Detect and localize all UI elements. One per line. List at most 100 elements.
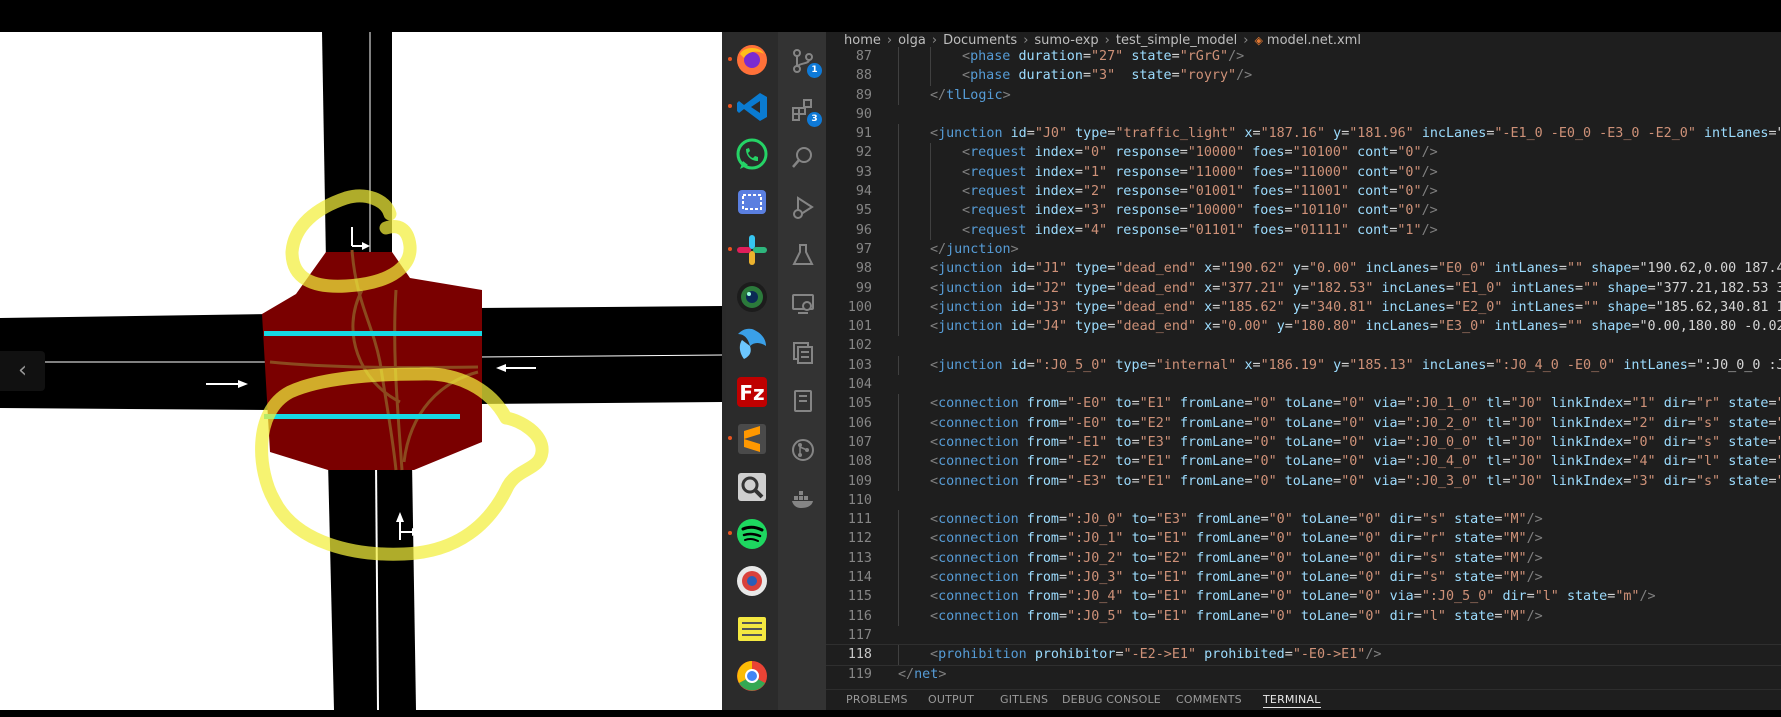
line-source: <connection from=":J0_1" to="E1" fromLan… (930, 531, 1543, 547)
code-line[interactable]: 96 <request index="4" response="01101" fo… (826, 220, 1781, 240)
line-source: <connection from=":J0_2" to="E2" fromLan… (930, 550, 1543, 566)
app-icon[interactable] (734, 326, 770, 362)
indent-guide (898, 394, 899, 414)
screenshot-icon[interactable] (734, 184, 770, 220)
code-line[interactable]: 108 <connection from="-E2" to="E1" fromLa… (826, 452, 1781, 472)
remote-explorer-icon[interactable] (790, 291, 816, 317)
breadcrumb-item[interactable]: olga (898, 33, 926, 48)
search-icon[interactable] (790, 145, 816, 171)
code-line[interactable]: 110 (826, 491, 1781, 510)
firefox-icon[interactable] (728, 42, 770, 78)
line-number: 114 (847, 570, 872, 586)
network-view[interactable]: ‹ (0, 32, 722, 710)
docker-icon[interactable] (790, 485, 816, 511)
code-line[interactable]: 92 <request index="0" response="10000" fo… (826, 143, 1781, 163)
network-canvas[interactable] (0, 32, 722, 710)
filezilla-icon[interactable]: Fz (734, 374, 770, 410)
code-line[interactable]: 112 <connection from=":J0_1" to="E1" from… (826, 529, 1781, 549)
code-line[interactable]: 102 (826, 336, 1781, 355)
activity-bar: 13 (778, 32, 826, 710)
code-line[interactable]: 93 <request index="1" response="11000" fo… (826, 162, 1781, 183)
code-line[interactable]: 89 </tlLogic> (826, 85, 1781, 105)
code-line[interactable]: 94 <request index="2" response="01001" fo… (826, 182, 1781, 202)
code-line[interactable]: 118 <prohibition prohibitor="-E2->E1" pro… (826, 644, 1781, 666)
code-editor[interactable]: home › olga › Documents › sumo-exp › test_simple… (826, 32, 1781, 710)
line-source: <connection from="-E0" to="E1" fromLane=… (930, 396, 1781, 412)
testing-icon[interactable] (790, 242, 816, 268)
code-line[interactable]: 87 <phase duration="27" state="rGrG"/> (826, 47, 1781, 67)
line-source: <request index="0" response="10000" foes… (962, 145, 1438, 161)
code-line[interactable]: 117 (826, 626, 1781, 645)
git-graph-icon[interactable] (790, 437, 816, 463)
code-line[interactable]: 91 <junction id="J0" type="traffic_light"… (826, 124, 1781, 144)
camera-icon[interactable] (734, 279, 770, 315)
breadcrumb-item[interactable]: Documents (943, 33, 1017, 48)
chrome-icon[interactable] (734, 658, 770, 694)
indent-guide (898, 645, 899, 665)
spotify-icon[interactable] (728, 516, 770, 552)
bluetooth-app-icon[interactable] (734, 563, 770, 599)
code-line[interactable]: 98 <junction id="J1" type="dead_end" x="1… (826, 259, 1781, 279)
code-line[interactable]: 106 <connection from="-E0" to="E2" fromLa… (826, 413, 1781, 433)
notebook-icon[interactable] (790, 388, 816, 414)
source-control-icon[interactable]: 1 (790, 48, 822, 78)
line-number: 117 (847, 627, 872, 643)
slack-icon[interactable] (728, 232, 770, 268)
code-line[interactable]: 114 <connection from=":J0_3" to="E1" from… (826, 568, 1781, 588)
indent-guide (898, 278, 899, 298)
code-line[interactable]: 88 <phase duration="3" state="royry"/> (826, 66, 1781, 86)
indent-guide (898, 471, 899, 491)
code-line[interactable]: 111 <connection from=":J0_0" to="E3" from… (826, 510, 1781, 530)
indent-guide (898, 182, 899, 202)
screen-bottom-bar (0, 710, 1781, 717)
code-line[interactable]: 104 (826, 375, 1781, 394)
code-line[interactable]: 107 <connection from="-E1" to="E3" fromLa… (826, 432, 1781, 453)
code-line[interactable]: 95 <request index="3" response="10000" fo… (826, 201, 1781, 221)
extensions-icon[interactable]: 3 (790, 97, 822, 127)
code-lines[interactable]: 87 <phase duration="27" state="rGrG"/> 88 <… (826, 47, 1781, 684)
code-line[interactable]: 105 <connection from="-E0" to="E1" fromLa… (826, 394, 1781, 414)
line-number: 118 (847, 647, 872, 663)
indent-guide (898, 143, 899, 163)
running-indicator (728, 531, 732, 535)
line-number: 93 (855, 164, 872, 180)
vscode-icon[interactable] (728, 89, 770, 125)
indent-guide (898, 124, 899, 144)
panel-tab-output[interactable]: OUTPUT (928, 693, 974, 706)
code-line[interactable]: 119 </net> (826, 665, 1781, 684)
run-debug-icon[interactable] (790, 194, 816, 220)
breadcrumb-item[interactable]: home (844, 33, 881, 48)
svg-text:Fz: Fz (739, 381, 764, 405)
code-line[interactable]: 113 <connection from=":J0_2" to="E2" from… (826, 548, 1781, 569)
code-line[interactable]: 101 <junction id="J4" type="dead_end" x="… (826, 317, 1781, 337)
panel-tab-gitlens[interactable]: GITLENS (1000, 693, 1048, 706)
indent-guide (898, 259, 899, 279)
indent-guide (898, 529, 899, 549)
gitlens-icon[interactable] (790, 340, 816, 366)
panel-tab-debug-console[interactable]: DEBUG CONSOLE (1062, 693, 1161, 706)
sublime-icon[interactable] (728, 421, 770, 457)
code-line[interactable]: 116 <connection from=":J0_5" to="E1" from… (826, 606, 1781, 626)
search-app-icon[interactable] (734, 469, 770, 505)
code-line[interactable]: 103 <junction id=":J0_5_0" type="internal… (826, 355, 1781, 376)
panel-tab-problems[interactable]: PROBLEMS (846, 693, 908, 706)
breadcrumb-item[interactable]: model.net.xml (1267, 33, 1361, 48)
code-line[interactable]: 115 <connection from=":J0_4" to="E1" from… (826, 587, 1781, 607)
notes-icon[interactable] (734, 611, 770, 647)
panel-tab-comments[interactable]: COMMENTS (1176, 693, 1242, 706)
line-number: 109 (847, 473, 872, 489)
breadcrumb-item[interactable]: test_simple_model (1116, 33, 1237, 48)
line-number: 97 (855, 241, 872, 257)
line-number: 87 (855, 49, 872, 64)
panel-tab-terminal[interactable]: TERMINAL (1263, 693, 1321, 708)
collapse-panel-button[interactable]: ‹ (0, 351, 45, 391)
breadcrumb-item[interactable]: sumo-exp (1034, 33, 1098, 48)
code-line[interactable]: 99 <junction id="J2" type="dead_end" x="3… (826, 278, 1781, 298)
code-line[interactable]: 100 <junction id="J3" type="dead_end" x="… (826, 297, 1781, 318)
code-line[interactable]: 97 </junction> (826, 239, 1781, 260)
code-line[interactable]: 90 (826, 105, 1781, 124)
xml-file-icon: ◈ (1254, 34, 1263, 47)
code-line[interactable]: 109 <connection from="-E3" to="E1" fromLa… (826, 471, 1781, 491)
whatsapp-icon[interactable] (734, 137, 770, 173)
indent-guide (898, 606, 899, 626)
